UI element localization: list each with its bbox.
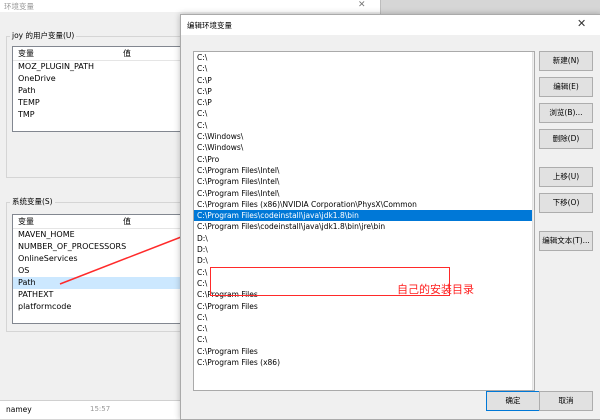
- path-entry-row[interactable]: C:\: [194, 120, 534, 131]
- new-button[interactable]: 新建(N): [539, 51, 593, 71]
- path-entry-row[interactable]: C:\: [194, 52, 534, 63]
- path-entry-row[interactable]: C:\Windows\: [194, 142, 534, 153]
- path-entries-list[interactable]: C:\ C:\ C:\P C:\P C:\P C:\ C:\ C:\Windows\ C:\Wi…: [193, 51, 535, 391]
- path-entry-row[interactable]: C:\Program Files (x86): [194, 357, 534, 368]
- cancel-button[interactable]: 取消: [539, 391, 593, 411]
- path-entry-row[interactable]: C:\P: [194, 97, 534, 108]
- edit-text-button[interactable]: 编辑文本(T)...: [539, 231, 593, 251]
- move-up-button[interactable]: 上移(U): [539, 167, 593, 187]
- close-icon[interactable]: ✕: [577, 17, 586, 30]
- edit-environment-variable-dialog: 编辑环境变量 ✕ C:\ C:\ C:\P C:\P C:\P C:\ C:\ C:\Wind…: [180, 14, 600, 420]
- path-entry-row[interactable]: C:\Windows\: [194, 131, 534, 142]
- path-entry-row[interactable]: C:\P: [194, 86, 534, 97]
- ok-button[interactable]: 确定: [486, 391, 540, 411]
- dialog-title: 编辑环境变量: [187, 21, 232, 30]
- path-entry-row[interactable]: C:\Program Files\codeinstall\java\jdk1.8…: [194, 210, 534, 222]
- path-entry-row[interactable]: C:\Program Files\Intel\: [194, 188, 534, 199]
- edit-button[interactable]: 编辑(E): [539, 77, 593, 97]
- path-entry-row[interactable]: D:\: [194, 244, 534, 255]
- path-entry-row[interactable]: C:\: [194, 63, 534, 74]
- path-entry-row[interactable]: C:\Program Files\codeinstall\java\jdk1.8…: [194, 221, 534, 232]
- path-entry-row[interactable]: C:\: [194, 312, 534, 323]
- path-entry-row[interactable]: C:\: [194, 323, 534, 334]
- dialog-titlebar: 编辑环境变量 ✕: [181, 15, 600, 35]
- path-entry-row[interactable]: C:\Program Files\Intel\: [194, 176, 534, 187]
- path-entry-row[interactable]: C:\Program Files (x86)\NVIDIA Corporatio…: [194, 199, 534, 210]
- taskbar-item-name[interactable]: namey: [6, 405, 32, 414]
- path-entry-row[interactable]: C:\: [194, 108, 534, 119]
- path-entry-row[interactable]: D:\: [194, 255, 534, 266]
- delete-button[interactable]: 删除(D): [539, 129, 593, 149]
- taskbar-time: 15:57: [90, 405, 111, 413]
- path-entry-row[interactable]: C:\Program Files\Intel\: [194, 165, 534, 176]
- path-rows: C:\ C:\ C:\P C:\P C:\P C:\ C:\ C:\Windows\ C:\Wi…: [194, 52, 534, 368]
- move-down-button[interactable]: 下移(O): [539, 193, 593, 213]
- path-entry-row[interactable]: D:\: [194, 233, 534, 244]
- browse-button[interactable]: 浏览(B)...: [539, 103, 593, 123]
- path-entry-row[interactable]: C:\Program Files: [194, 346, 534, 357]
- annotation-label: 自己的安装目录: [397, 283, 474, 296]
- path-entry-row[interactable]: C:\P: [194, 75, 534, 86]
- path-list-scrollbar[interactable]: ▲ ▼: [532, 52, 534, 390]
- path-entry-row[interactable]: C:\: [194, 334, 534, 345]
- path-entry-row[interactable]: C:\Pro: [194, 154, 534, 165]
- path-entry-row[interactable]: C:\Program Files: [194, 301, 534, 312]
